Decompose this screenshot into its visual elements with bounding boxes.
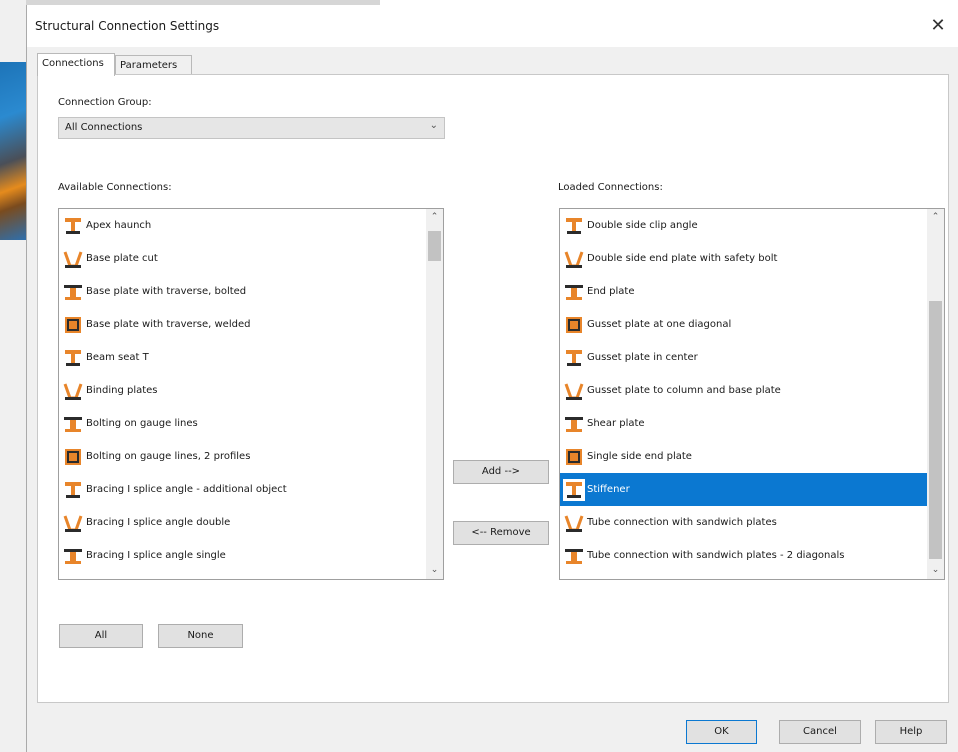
list-item[interactable]: Base plate with traverse, welded: [59, 308, 443, 341]
base-plate-traverse-bolted-icon: [62, 281, 86, 303]
list-item-label: Tube connection with sandwich plates: [587, 517, 777, 528]
bracing-splice-angle-double-icon: [62, 512, 86, 534]
remove-button[interactable]: <-- Remove: [453, 521, 549, 545]
gusset-plate-center-icon: [563, 347, 587, 369]
list-item-label: Shear plate: [587, 418, 645, 429]
list-item[interactable]: Shear plate: [560, 407, 944, 440]
background-model-view: [0, 62, 26, 240]
list-item[interactable]: Double side clip angle: [560, 209, 944, 242]
list-item[interactable]: Base plate with traverse, bolted: [59, 275, 443, 308]
scroll-down-icon[interactable]: ⌄: [927, 562, 944, 579]
bracing-splice-angle-additional-icon: [62, 479, 86, 501]
gusset-plate-column-icon: [563, 380, 587, 402]
list-item-label: Beam seat T: [86, 352, 149, 363]
list-item[interactable]: Bolting on gauge lines, 2 profiles: [59, 440, 443, 473]
shear-plate-icon: [563, 413, 587, 435]
cancel-button[interactable]: Cancel: [779, 720, 861, 744]
list-item-label: Bracing I splice angle single: [86, 550, 226, 561]
scroll-up-icon[interactable]: ⌃: [927, 209, 944, 226]
stiffener-icon: [563, 478, 587, 501]
list-item[interactable]: Bolting on gauge lines: [59, 407, 443, 440]
list-item-label: Stiffener: [587, 484, 630, 495]
list-item-label: Tube connection with sandwich plates - 2…: [587, 550, 845, 561]
connection-group-select[interactable]: All Connections ⌄: [58, 117, 445, 139]
connections-panel: Connection Group: All Connections ⌄ Avai…: [37, 74, 949, 703]
bracing-splice-angle-single-icon: [62, 545, 86, 567]
end-plate-icon: [563, 281, 587, 303]
list-item[interactable]: Bracing I splice angle - additional obje…: [59, 473, 443, 506]
bolting-gauge-lines-2-profiles-icon: [62, 446, 86, 468]
single-side-end-plate-icon: [563, 446, 587, 468]
select-all-button[interactable]: All: [59, 624, 143, 648]
double-side-end-plate-icon: [563, 248, 587, 270]
list-item-label: Gusset plate at one diagonal: [587, 319, 732, 330]
scroll-thumb[interactable]: [428, 231, 441, 261]
list-item[interactable]: Gusset plate in center: [560, 341, 944, 374]
loaded-scrollbar[interactable]: ⌃ ⌄: [927, 209, 944, 579]
list-item[interactable]: Gusset plate at one diagonal: [560, 308, 944, 341]
structural-connection-settings-dialog: Structural Connection Settings ✕ Connect…: [26, 5, 958, 752]
list-item-label: Base plate with traverse, welded: [86, 319, 251, 330]
add-button[interactable]: Add -->: [453, 460, 549, 484]
list-item[interactable]: Beam seat T: [59, 341, 443, 374]
list-item[interactable]: Stiffener: [560, 473, 944, 506]
list-item-label: Bolting on gauge lines: [86, 418, 198, 429]
base-plate-traverse-welded-icon: [62, 314, 86, 336]
list-item[interactable]: Tube connection with sandwich plates: [560, 506, 944, 539]
available-connections-label: Available Connections:: [58, 182, 172, 193]
chevron-down-icon: ⌄: [429, 120, 438, 131]
loaded-connections-label: Loaded Connections:: [558, 182, 663, 193]
list-item[interactable]: Bracing I splice angle double: [59, 506, 443, 539]
select-none-button[interactable]: None: [158, 624, 243, 648]
scroll-up-icon[interactable]: ⌃: [426, 209, 443, 226]
connection-group-label: Connection Group:: [58, 97, 152, 108]
bolting-gauge-lines-icon: [62, 413, 86, 435]
list-item-label: Double side clip angle: [587, 220, 698, 231]
list-item-label: Double side end plate with safety bolt: [587, 253, 778, 264]
list-item[interactable]: Single side end plate: [560, 440, 944, 473]
base-plate-cut-icon: [62, 248, 86, 270]
list-item-label: Apex haunch: [86, 220, 152, 231]
list-item-label: Gusset plate in center: [587, 352, 698, 363]
apex-haunch-icon: [62, 215, 86, 237]
binding-plates-icon: [62, 380, 86, 402]
list-item-label: Bolting on gauge lines, 2 profiles: [86, 451, 251, 462]
loaded-connections-list[interactable]: Double side clip angle Double side end pl…: [559, 208, 945, 580]
close-icon[interactable]: ✕: [925, 13, 951, 39]
list-item-label: Gusset plate to column and base plate: [587, 385, 781, 396]
double-side-clip-angle-icon: [563, 215, 587, 237]
available-items: Apex haunch Base plate cut Base plate with…: [59, 209, 443, 572]
beam-seat-t-icon: [62, 347, 86, 369]
help-button[interactable]: Help: [875, 720, 947, 744]
tube-sandwich-plates-2-diagonals-icon: [563, 545, 587, 567]
list-item[interactable]: Binding plates: [59, 374, 443, 407]
list-item[interactable]: Base plate cut: [59, 242, 443, 275]
list-item-label: Bracing I splice angle double: [86, 517, 231, 528]
list-item-label: Bracing I splice angle - additional obje…: [86, 484, 287, 495]
list-item[interactable]: End plate: [560, 275, 944, 308]
list-item-label: Binding plates: [86, 385, 158, 396]
scroll-down-icon[interactable]: ⌄: [426, 562, 443, 579]
list-item-label: Base plate cut: [86, 253, 158, 264]
ok-button[interactable]: OK: [686, 720, 757, 744]
available-connections-list[interactable]: Apex haunch Base plate cut Base plate with…: [58, 208, 444, 580]
list-item-label: End plate: [587, 286, 635, 297]
gusset-plate-diagonal-icon: [563, 314, 587, 336]
title-bar: Structural Connection Settings ✕: [27, 5, 958, 47]
list-item[interactable]: Gusset plate to column and base plate: [560, 374, 944, 407]
scroll-thumb[interactable]: [929, 301, 942, 559]
loaded-items: Double side clip angle Double side end pl…: [560, 209, 944, 572]
list-item[interactable]: Double side end plate with safety bolt: [560, 242, 944, 275]
connection-group-value: All Connections: [65, 122, 143, 133]
tube-sandwich-plates-icon: [563, 512, 587, 534]
dialog-title: Structural Connection Settings: [35, 19, 220, 33]
list-item-label: Base plate with traverse, bolted: [86, 286, 247, 297]
list-item[interactable]: Apex haunch: [59, 209, 443, 242]
list-item[interactable]: Bracing I splice angle single: [59, 539, 443, 572]
tab-parameters[interactable]: Parameters: [115, 55, 192, 75]
available-scrollbar[interactable]: ⌃ ⌄: [426, 209, 443, 579]
list-item[interactable]: Tube connection with sandwich plates - 2…: [560, 539, 944, 572]
list-item-label: Single side end plate: [587, 451, 692, 462]
tab-connections[interactable]: Connections: [37, 53, 115, 76]
